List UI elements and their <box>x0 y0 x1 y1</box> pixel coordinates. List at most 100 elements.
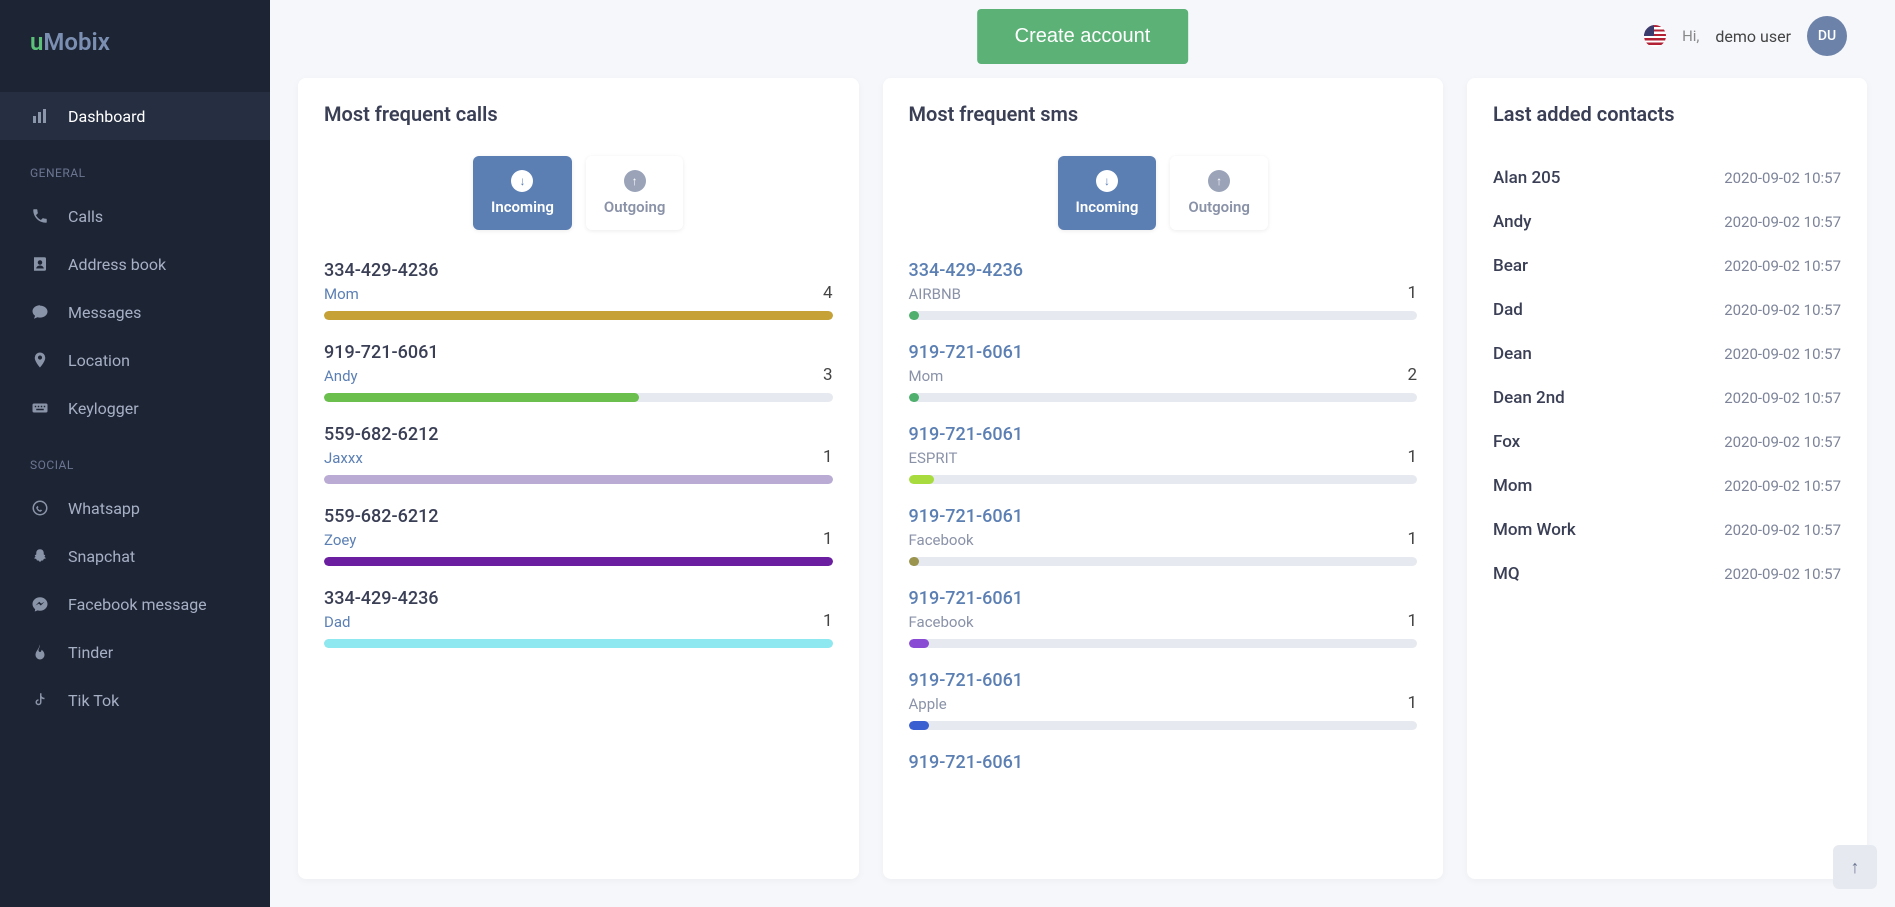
contact-name[interactable]: Andy <box>324 367 439 385</box>
card-title: Most frequent sms <box>909 102 1418 126</box>
call-count: 4 <box>823 283 833 303</box>
phone-number[interactable]: 919-721-6061 <box>909 424 1024 445</box>
greeting-text: Hi, <box>1682 27 1699 45</box>
contact-row[interactable]: Bear 2020-09-02 10:57 <box>1493 244 1841 288</box>
tiktok-icon <box>30 690 50 710</box>
call-row[interactable]: 334-429-4236 Dad 1 <box>324 588 833 648</box>
nav-address-book[interactable]: Address book <box>0 240 270 288</box>
sms-count: 1 <box>1407 447 1417 467</box>
tab-incoming[interactable]: ↓ Incoming <box>1058 156 1157 230</box>
snapchat-icon <box>30 546 50 566</box>
card-title: Most frequent calls <box>324 102 833 126</box>
avatar[interactable]: DU <box>1807 16 1847 56</box>
contact-row[interactable]: Alan 205 2020-09-02 10:57 <box>1493 156 1841 200</box>
contact-row[interactable]: Dean 2nd 2020-09-02 10:57 <box>1493 376 1841 420</box>
nav-keylogger[interactable]: Keylogger <box>0 384 270 432</box>
sms-row[interactable]: 919-721-6061 Facebook 1 <box>909 506 1418 566</box>
card-last-contacts: Last added contacts Alan 205 2020-09-02 … <box>1467 78 1867 879</box>
sms-count: 1 <box>1407 283 1417 303</box>
contact-name[interactable]: Jaxxx <box>324 449 439 467</box>
bar-chart-icon <box>30 106 50 126</box>
nav-calls[interactable]: Calls <box>0 192 270 240</box>
nav-label: Keylogger <box>68 399 139 418</box>
content: Most frequent calls ↓ Incoming ↑ Outgoin… <box>270 72 1895 907</box>
contact-date: 2020-09-02 10:57 <box>1724 521 1841 539</box>
phone-number[interactable]: 919-721-6061 <box>909 506 1024 527</box>
progress-bar <box>324 639 833 648</box>
tab-outgoing[interactable]: ↑ Outgoing <box>586 156 684 230</box>
contact-name: ESPRIT <box>909 449 1024 467</box>
nav-snapchat[interactable]: Snapchat <box>0 532 270 580</box>
card-frequent-calls: Most frequent calls ↓ Incoming ↑ Outgoin… <box>298 78 859 879</box>
sms-row[interactable]: 919-721-6061 Apple 1 <box>909 670 1418 730</box>
sms-row[interactable]: 334-429-4236 AIRBNB 1 <box>909 260 1418 320</box>
contact-name: Fox <box>1493 432 1520 452</box>
flag-us-icon[interactable] <box>1644 25 1666 47</box>
contact-row[interactable]: Dad 2020-09-02 10:57 <box>1493 288 1841 332</box>
sms-row[interactable]: 919-721-6061 ESPRIT 1 <box>909 424 1418 484</box>
nav-location[interactable]: Location <box>0 336 270 384</box>
sms-count: 2 <box>1407 365 1417 385</box>
arrow-up-icon: ↑ <box>1208 170 1230 192</box>
contact-row[interactable]: Andy 2020-09-02 10:57 <box>1493 200 1841 244</box>
phone-number[interactable]: 334-429-4236 <box>909 260 1024 281</box>
contact-name: Mom Work <box>1493 520 1576 540</box>
nav-tinder[interactable]: Tinder <box>0 628 270 676</box>
nav-dashboard[interactable]: Dashboard <box>0 92 270 140</box>
contact-name[interactable]: Zoey <box>324 531 439 549</box>
contact-name: AIRBNB <box>909 285 1024 303</box>
phone-number: 559-682-6212 <box>324 424 439 445</box>
phone-number[interactable]: 919-721-6061 <box>909 752 1024 773</box>
contact-name[interactable]: Mom <box>324 285 439 303</box>
contact-date: 2020-09-02 10:57 <box>1724 345 1841 363</box>
arrow-down-icon: ↓ <box>511 170 533 192</box>
create-account-button[interactable]: Create account <box>977 9 1189 64</box>
nav-label: Facebook message <box>68 595 207 614</box>
phone-number: 334-429-4236 <box>324 588 439 609</box>
tab-label: Incoming <box>1076 198 1139 216</box>
location-icon <box>30 350 50 370</box>
progress-bar <box>324 311 833 320</box>
sms-row[interactable]: 919-721-6061 <box>909 752 1418 773</box>
keyboard-icon <box>30 398 50 418</box>
phone-number[interactable]: 919-721-6061 <box>909 670 1024 691</box>
call-row[interactable]: 334-429-4236 Mom 4 <box>324 260 833 320</box>
logo-u: u <box>30 28 43 56</box>
username-text[interactable]: demo user <box>1715 27 1791 46</box>
contact-row[interactable]: Mom 2020-09-02 10:57 <box>1493 464 1841 508</box>
progress-bar <box>909 639 1418 648</box>
phone-number: 334-429-4236 <box>324 260 439 281</box>
card-title: Last added contacts <box>1493 102 1841 126</box>
contact-name: Bear <box>1493 256 1528 276</box>
contact-row[interactable]: Dean 2020-09-02 10:57 <box>1493 332 1841 376</box>
arrow-down-icon: ↓ <box>1096 170 1118 192</box>
nav-label: Tik Tok <box>68 691 119 710</box>
card-frequent-sms: Most frequent sms ↓ Incoming ↑ Outgoing … <box>883 78 1444 879</box>
call-row[interactable]: 559-682-6212 Zoey 1 <box>324 506 833 566</box>
logo[interactable]: uMobix <box>0 0 270 92</box>
contact-row[interactable]: Mom Work 2020-09-02 10:57 <box>1493 508 1841 552</box>
messenger-icon <box>30 594 50 614</box>
phone-number[interactable]: 919-721-6061 <box>909 342 1024 363</box>
nav-messages[interactable]: Messages <box>0 288 270 336</box>
calls-list: 334-429-4236 Mom 4 919-721-6061 Andy 3 5… <box>324 260 833 648</box>
nav-label: Location <box>68 351 130 370</box>
sms-row[interactable]: 919-721-6061 Facebook 1 <box>909 588 1418 648</box>
contact-row[interactable]: MQ 2020-09-02 10:57 <box>1493 552 1841 596</box>
contact-row[interactable]: Fox 2020-09-02 10:57 <box>1493 420 1841 464</box>
scroll-top-button[interactable]: ↑ <box>1833 845 1877 889</box>
nav-whatsapp[interactable]: Whatsapp <box>0 484 270 532</box>
nav-label: Whatsapp <box>68 499 140 518</box>
nav-facebook-message[interactable]: Facebook message <box>0 580 270 628</box>
sms-row[interactable]: 919-721-6061 Mom 2 <box>909 342 1418 402</box>
contact-name[interactable]: Dad <box>324 613 439 631</box>
tab-outgoing[interactable]: ↑ Outgoing <box>1170 156 1268 230</box>
call-row[interactable]: 559-682-6212 Jaxxx 1 <box>324 424 833 484</box>
call-row[interactable]: 919-721-6061 Andy 3 <box>324 342 833 402</box>
tabs-calls: ↓ Incoming ↑ Outgoing <box>324 156 833 230</box>
tab-incoming[interactable]: ↓ Incoming <box>473 156 572 230</box>
contact-date: 2020-09-02 10:57 <box>1724 389 1841 407</box>
phone-number[interactable]: 919-721-6061 <box>909 588 1024 609</box>
nav-tiktok[interactable]: Tik Tok <box>0 676 270 724</box>
phone-number: 559-682-6212 <box>324 506 439 527</box>
